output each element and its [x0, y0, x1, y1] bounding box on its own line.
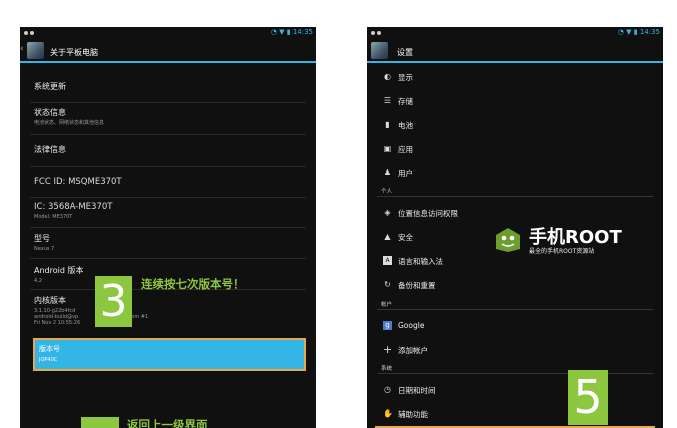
status-time: 14:35	[292, 28, 313, 36]
divider	[30, 166, 306, 167]
page-title: 设置	[397, 48, 413, 57]
settings-app-icon[interactable]	[27, 42, 44, 59]
status-time: 14:35	[639, 28, 660, 36]
watermark-subtitle: 最全的手机ROOT资源站	[529, 248, 595, 255]
divider	[30, 102, 306, 103]
lock-icon: ▲	[384, 232, 391, 241]
step-3-instruction: 连续按七次版本号！	[141, 277, 245, 291]
notification-icons	[371, 29, 383, 35]
build-number-item[interactable]: 版本号 JOP40C	[33, 338, 306, 371]
settings-item-date-time[interactable]: ◷ 日期和时间	[367, 381, 663, 399]
step-4-instruction: 返回上一级界面	[127, 418, 208, 428]
watermark: 手机ROOT 最全的手机ROOT资源站	[493, 223, 643, 257]
apps-icon: ▣	[383, 144, 392, 153]
settings-item-location[interactable]: ◈ 位置信息访问权限	[367, 204, 663, 222]
step-5-badge: 5	[568, 370, 608, 425]
status-bar: ◔ ▼ ▮ 14:35	[367, 27, 663, 39]
settings-item-users[interactable]: ♟ 用户	[367, 164, 663, 182]
divider	[30, 197, 306, 198]
android-root-logo-icon	[496, 228, 520, 252]
section-divider	[377, 196, 653, 197]
wifi-battery-icons: ◔ ▼ ▮	[617, 28, 640, 36]
settings-item-battery[interactable]: ▮ 电池	[367, 116, 663, 134]
list-item-status[interactable]: 状态信息 电池状态、网络状态和其他信息	[34, 107, 308, 126]
brightness-icon: ◐	[384, 72, 391, 81]
settings-item-accessibility[interactable]: ✋ 辅助功能	[367, 405, 663, 423]
page-title: 关于平板电脑	[50, 48, 98, 57]
settings-item-backup[interactable]: ↻ 备份和重置	[367, 276, 663, 294]
settings-item-google[interactable]: g Google	[367, 317, 663, 335]
language-icon: A	[383, 256, 392, 265]
list-item-legal[interactable]: 法律信息	[34, 144, 308, 155]
section-header-system: 系统	[381, 366, 393, 372]
back-icon[interactable]: ‹	[20, 44, 24, 54]
user-icon: ♟	[383, 168, 392, 177]
step-4-badge	[81, 417, 119, 428]
settings-screen: ◔ ▼ ▮ 14:35 设置 ◐ 显示 ☰ 存储 ▮ 电池 ▣ 应用 ♟ 用户 …	[367, 27, 663, 428]
section-header-personal: 个人	[381, 189, 393, 195]
storage-icon: ☰	[383, 96, 392, 105]
action-bar: 设置	[367, 39, 663, 63]
section-header-accounts: 帐户	[381, 302, 393, 308]
section-divider	[377, 309, 653, 310]
list-item-kernel: 内核版本 3.1.10-g22b4fcd android-build@vp go…	[34, 296, 149, 326]
settings-item-apps[interactable]: ▣ 应用	[367, 140, 663, 158]
google-icon: g	[383, 321, 392, 330]
step-3-badge: 3	[95, 276, 132, 327]
settings-item-add-account[interactable]: + 添加帐户	[367, 341, 663, 359]
list-item-fcc: FCC ID: MSQME370T	[34, 177, 122, 187]
wifi-battery-icons: ◔ ▼ ▮	[270, 28, 293, 36]
battery-icon: ▮	[385, 120, 390, 129]
accessibility-icon: ✋	[383, 409, 393, 418]
divider	[30, 227, 306, 228]
settings-item-storage[interactable]: ☰ 存储	[367, 92, 663, 110]
location-icon: ◈	[384, 208, 391, 217]
divider	[30, 134, 306, 135]
plus-icon: +	[383, 343, 393, 356]
action-bar: ‹ 关于平板电脑	[20, 39, 316, 63]
list-item-system-update[interactable]: 系统更新	[34, 81, 308, 92]
about-tablet-screen: ◔ ▼ ▮ 14:35 ‹ 关于平板电脑 系统更新 状态信息 电池状态、网络状态…	[20, 27, 316, 428]
status-bar: ◔ ▼ ▮ 14:35	[20, 27, 316, 39]
section-divider	[377, 373, 653, 374]
backup-icon: ↻	[384, 280, 391, 289]
clock-icon: ◷	[384, 385, 391, 394]
list-item-ic: IC: 3568A-ME370T Model: ME370T	[34, 202, 113, 220]
settings-app-icon[interactable]	[371, 42, 388, 59]
list-item-model: 型号 Nexus 7	[34, 234, 55, 252]
settings-item-display[interactable]: ◐ 显示	[367, 68, 663, 86]
divider	[30, 258, 306, 259]
notification-icons	[24, 29, 36, 35]
